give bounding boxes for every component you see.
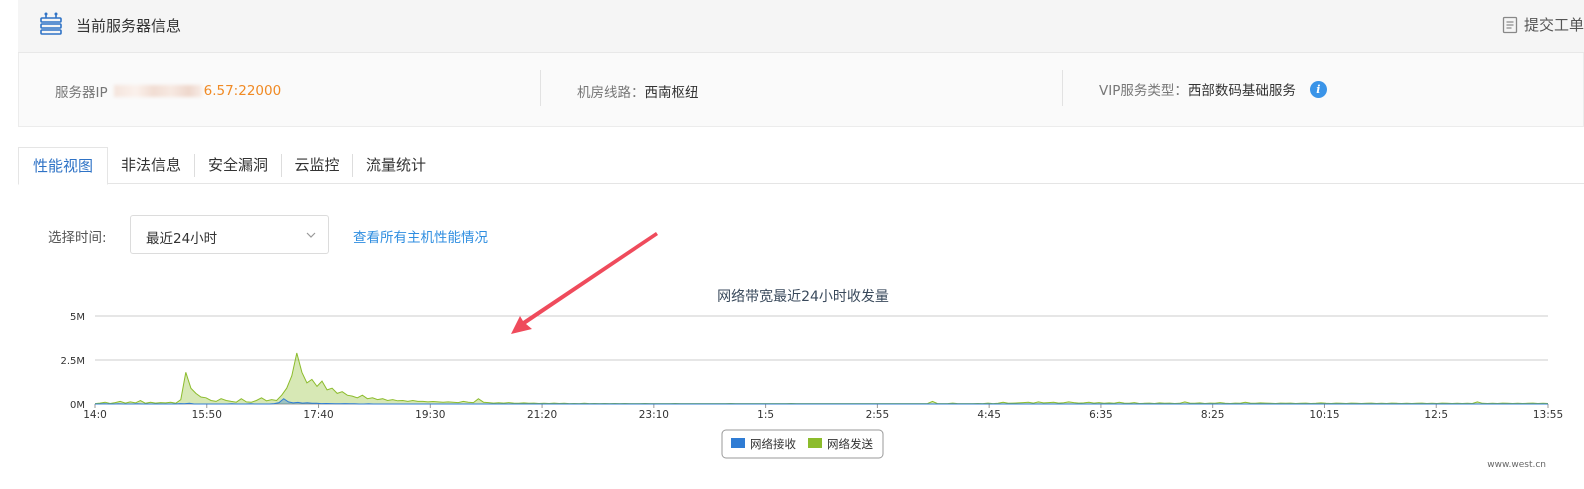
tab-separator: [281, 154, 282, 177]
y-tick-label: 5M: [70, 312, 85, 323]
x-tick-label: 6:35: [1089, 409, 1113, 421]
server-rack-icon: [40, 12, 62, 35]
time-range-select[interactable]: 最近24小时: [130, 215, 329, 254]
view-all-hosts-link[interactable]: 查看所有主机性能情况: [353, 226, 488, 246]
legend-swatch: [731, 438, 745, 448]
x-tick-label: 4:45: [977, 409, 1001, 421]
tab-separator: [194, 154, 195, 177]
tab-security-vulnerabilities[interactable]: 安全漏洞: [198, 147, 278, 184]
tab-separator: [352, 154, 353, 177]
time-range-label: 选择时间:: [48, 230, 107, 246]
x-tick-label: 12:5: [1424, 409, 1448, 421]
x-tick-label: 14:0: [83, 409, 107, 421]
legend-label: 网络接收: [750, 437, 796, 451]
chart-title: 网络带宽最近24小时收发量: [717, 288, 889, 305]
series-area-1: [95, 353, 1548, 404]
server-ip-field: 服务器IP 6.57:22000: [55, 81, 281, 101]
tab-performance-view[interactable]: 性能视图: [18, 147, 108, 185]
x-tick-label: 19:30: [415, 409, 445, 421]
server-info-panel: 服务器IP 6.57:22000 机房线路： 西南枢纽 VIP服务类型： 西部数…: [18, 53, 1584, 127]
tab-bar: 性能视图 非法信息 安全漏洞 云监控 流量统计: [18, 147, 1584, 185]
vip-service-field: VIP服务类型： 西部数码基础服务 i: [1099, 79, 1327, 99]
ip-redacted-mask: [113, 85, 202, 97]
datacenter-line-field: 机房线路： 西南枢纽: [577, 81, 699, 101]
x-tick-label: 10:15: [1309, 409, 1339, 421]
x-tick-label: 23:10: [639, 409, 669, 421]
tab-traffic-statistics[interactable]: 流量统计: [356, 147, 436, 184]
page-title: 当前服务器信息: [76, 17, 182, 35]
clipboard-icon: [1502, 16, 1518, 33]
bandwidth-chart: 网络带宽最近24小时收发量0M2.5M5M14:0 15:50 17:40 19:30…: [60, 232, 1563, 459]
y-tick-label: 2.5M: [60, 356, 85, 367]
chevron-down-icon: [306, 232, 316, 238]
watermark: www.west.cn: [1487, 460, 1546, 470]
server-ip-label: 服务器IP: [55, 85, 108, 101]
submit-ticket-label: 提交工单: [1523, 16, 1584, 34]
x-tick-label: 13:55: [1533, 409, 1563, 421]
legend-label: 网络发送: [827, 437, 873, 451]
datacenter-line-value: 西南枢纽: [644, 85, 699, 101]
server-info-header: 当前服务器信息 提交工单: [18, 0, 1584, 53]
x-tick-label: 15:50: [192, 409, 222, 421]
legend-swatch: [808, 438, 822, 448]
tab-illegal-info[interactable]: 非法信息: [110, 147, 192, 184]
x-tick-label: 8:25: [1201, 409, 1225, 421]
x-tick-label: 2:55: [866, 409, 890, 421]
datacenter-line-label: 机房线路：: [577, 85, 645, 101]
vip-service-value: 西部数码基础服务: [1187, 83, 1296, 99]
vip-service-label: VIP服务类型：: [1099, 83, 1188, 99]
info-divider: [1062, 70, 1063, 106]
x-tick-label: 17:40: [303, 409, 333, 421]
submit-ticket-button[interactable]: 提交工单: [1502, 14, 1584, 35]
info-divider: [540, 70, 541, 106]
x-tick-label: 21:20: [527, 409, 557, 421]
annotation-arrow: [511, 232, 658, 334]
time-range-selected: 最近24小时: [146, 231, 218, 247]
server-ip-value: 6.57:22000: [203, 83, 282, 99]
info-icon[interactable]: i: [1309, 80, 1327, 98]
x-tick-label: 1:5: [757, 409, 774, 421]
tab-cloud-monitoring[interactable]: 云监控: [284, 147, 350, 184]
